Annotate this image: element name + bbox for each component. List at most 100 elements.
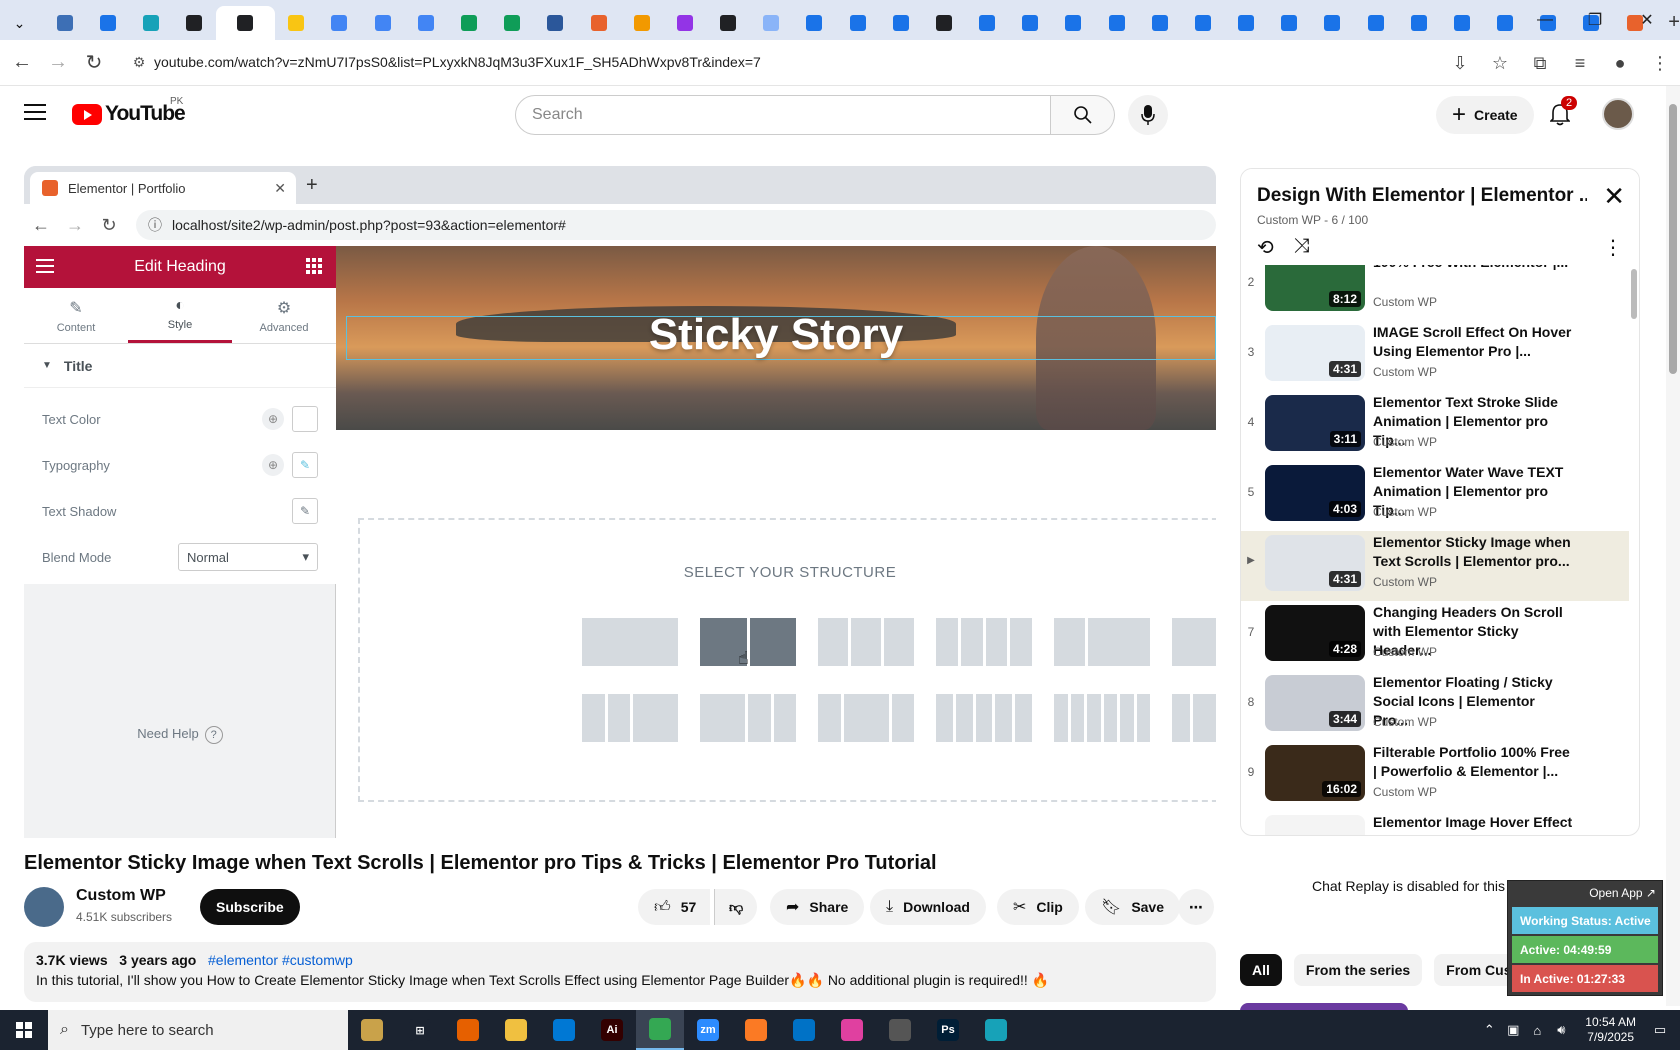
volume-icon[interactable]: 🔊︎ bbox=[1549, 1022, 1573, 1038]
taskbar-search-input[interactable]: ⌕ Type here to search bbox=[48, 1010, 348, 1050]
browser-tab[interactable] bbox=[361, 6, 404, 40]
open-app-link[interactable]: Open App ↗ bbox=[1508, 881, 1662, 905]
browser-tab[interactable] bbox=[965, 6, 1008, 40]
browser-tab[interactable] bbox=[215, 6, 275, 40]
taskbar-outlook-button[interactable] bbox=[780, 1010, 828, 1050]
download-button[interactable]: ⤓ Download bbox=[870, 889, 986, 925]
playlist-item[interactable]: 10 Elementor Image Hover Effect | WordPre… bbox=[1241, 811, 1629, 835]
taskbar-firefox-button[interactable] bbox=[444, 1010, 492, 1050]
browser-tab[interactable] bbox=[1397, 6, 1440, 40]
like-button[interactable]: 👍︎ 57 bbox=[638, 889, 711, 925]
playlist-item[interactable]: 8 3:44 Elementor Floating / Sticky Social … bbox=[1241, 671, 1629, 741]
playlist-item[interactable]: ▶ 4:31 Elementor Sticky Image when Text Sc… bbox=[1241, 531, 1629, 601]
playlist-item[interactable]: 9 16:02 Filterable Portfolio 100% Free | P… bbox=[1241, 741, 1629, 811]
playlist-item[interactable]: 3 4:31 IMAGE Scroll Effect On Hover Using … bbox=[1241, 321, 1629, 391]
shuffle-icon[interactable]: ⤨ bbox=[1294, 235, 1310, 260]
browser-tab[interactable] bbox=[1052, 6, 1095, 40]
taskbar-app-button[interactable] bbox=[828, 1010, 876, 1050]
account-avatar[interactable] bbox=[1602, 98, 1634, 130]
close-window-button[interactable]: ✕ bbox=[1622, 0, 1672, 40]
taskbar-zoom-button[interactable]: zm bbox=[684, 1010, 732, 1050]
share-button[interactable]: ➦ Share bbox=[770, 889, 865, 925]
more-actions-button[interactable]: ⋯ bbox=[1178, 889, 1214, 925]
taskbar-chrome-button[interactable] bbox=[636, 1010, 684, 1050]
browser-tab[interactable] bbox=[1354, 6, 1397, 40]
search-button[interactable] bbox=[1051, 95, 1115, 135]
guide-menu-icon[interactable] bbox=[24, 104, 46, 120]
hashtags[interactable]: #elementor #customwp bbox=[208, 952, 353, 968]
page-scrollbar[interactable] bbox=[1666, 86, 1680, 1006]
taskbar-app2-button[interactable] bbox=[972, 1010, 1020, 1050]
taskbar-xampp-button[interactable] bbox=[732, 1010, 780, 1050]
taskbar-taskview-button[interactable]: ⊞ bbox=[396, 1010, 444, 1050]
profile-avatar-icon[interactable]: ● bbox=[1600, 53, 1640, 74]
browser-tab[interactable] bbox=[491, 6, 534, 40]
loop-icon[interactable]: ⟲ bbox=[1257, 235, 1274, 260]
taskbar-pen-button[interactable] bbox=[876, 1010, 924, 1050]
browser-tab[interactable] bbox=[1268, 6, 1311, 40]
browser-tab[interactable] bbox=[577, 6, 620, 40]
minimize-button[interactable]: — bbox=[1520, 0, 1570, 40]
browser-tab[interactable] bbox=[922, 6, 965, 40]
browser-tab[interactable] bbox=[1095, 6, 1138, 40]
browser-tab[interactable] bbox=[1181, 6, 1224, 40]
channel-avatar[interactable] bbox=[24, 887, 64, 927]
browser-tab[interactable] bbox=[793, 6, 836, 40]
chevron-up-icon[interactable]: ⌃ bbox=[1477, 1022, 1501, 1038]
start-button[interactable] bbox=[0, 1010, 48, 1050]
playlist-more-icon[interactable]: ⋮ bbox=[1603, 235, 1623, 260]
playlist-title[interactable]: Design With Elementor | Elementor ... bbox=[1257, 185, 1587, 207]
back-button[interactable]: ← bbox=[4, 45, 40, 81]
description-box[interactable]: 3.7K views 3 years ago #elementor #custo… bbox=[24, 942, 1216, 1002]
search-input[interactable]: Search bbox=[515, 95, 1051, 135]
browser-tab[interactable] bbox=[130, 6, 173, 40]
network-icon[interactable]: ⌂ bbox=[1525, 1023, 1549, 1038]
maximize-button[interactable]: ❐ bbox=[1570, 0, 1620, 40]
forward-button[interactable]: → bbox=[40, 45, 76, 81]
tab-search-button[interactable]: ⌄ bbox=[0, 6, 43, 40]
playlist-scrollbar[interactable] bbox=[1631, 269, 1637, 319]
reload-button[interactable]: ↻ bbox=[76, 45, 112, 81]
voice-search-button[interactable] bbox=[1128, 95, 1168, 135]
address-bar[interactable]: ⚙ youtube.com/watch?v=zNmU7I7psS0&list=P… bbox=[124, 45, 1424, 79]
bookmark-star-icon[interactable]: ☆ bbox=[1480, 53, 1520, 74]
browser-tab[interactable] bbox=[1225, 6, 1268, 40]
taskbar-illustrator-button[interactable]: Ai bbox=[588, 1010, 636, 1050]
browser-tab[interactable] bbox=[836, 6, 879, 40]
chip-all[interactable]: All bbox=[1240, 954, 1282, 986]
channel-name-link[interactable]: Custom WP bbox=[76, 887, 166, 905]
playlist-item[interactable]: 7 4:28 Changing Headers On Scroll with Ele… bbox=[1241, 601, 1629, 671]
extensions-icon[interactable]: ⧉ bbox=[1520, 53, 1560, 74]
clock[interactable]: 10:54 AM 7/9/2025 bbox=[1585, 1015, 1636, 1045]
taskbar-photoshop-button[interactable]: Ps bbox=[924, 1010, 972, 1050]
page-scrollbar-thumb[interactable] bbox=[1669, 104, 1677, 374]
taskbar-wallpaper-button[interactable] bbox=[348, 1010, 396, 1050]
site-settings-icon[interactable]: ⚙ bbox=[124, 54, 154, 71]
close-playlist-icon[interactable]: ✕ bbox=[1603, 181, 1625, 212]
browser-tab[interactable] bbox=[43, 6, 86, 40]
clip-button[interactable]: ✂ Clip bbox=[997, 889, 1079, 925]
dislike-button[interactable]: 👎︎ bbox=[714, 889, 758, 925]
media-control-icon[interactable]: ≡ bbox=[1560, 53, 1600, 74]
browser-tab[interactable] bbox=[750, 6, 793, 40]
browser-tab[interactable] bbox=[1138, 6, 1181, 40]
save-button[interactable]: 🔖︎ Save bbox=[1085, 889, 1181, 925]
browser-tab[interactable] bbox=[620, 6, 663, 40]
browser-tab[interactable] bbox=[86, 6, 129, 40]
taskbar-vscode-button[interactable] bbox=[540, 1010, 588, 1050]
video-player[interactable]: Elementor | Portfolio ✕ + ← → ↻ ⓘ localh… bbox=[24, 166, 1216, 838]
youtube-logo[interactable]: YouTube PK bbox=[72, 96, 186, 126]
playlist-item[interactable]: 4 3:11 Elementor Text Stroke Slide Animati… bbox=[1241, 391, 1629, 461]
browser-tab[interactable] bbox=[1440, 6, 1483, 40]
playlist-item[interactable]: 5 4:03 Elementor Water Wave TEXT Animation… bbox=[1241, 461, 1629, 531]
install-app-icon[interactable]: ⇩ bbox=[1440, 53, 1480, 74]
browser-tab[interactable] bbox=[404, 6, 447, 40]
browser-tab[interactable] bbox=[706, 6, 749, 40]
browser-tab[interactable] bbox=[1311, 6, 1354, 40]
taskbar-explorer-button[interactable] bbox=[492, 1010, 540, 1050]
meet-now-icon[interactable]: ▣ bbox=[1501, 1022, 1525, 1038]
browser-tab[interactable] bbox=[1009, 6, 1052, 40]
browser-tab[interactable] bbox=[534, 6, 577, 40]
browser-tab[interactable] bbox=[879, 6, 922, 40]
browser-tab[interactable] bbox=[663, 6, 706, 40]
